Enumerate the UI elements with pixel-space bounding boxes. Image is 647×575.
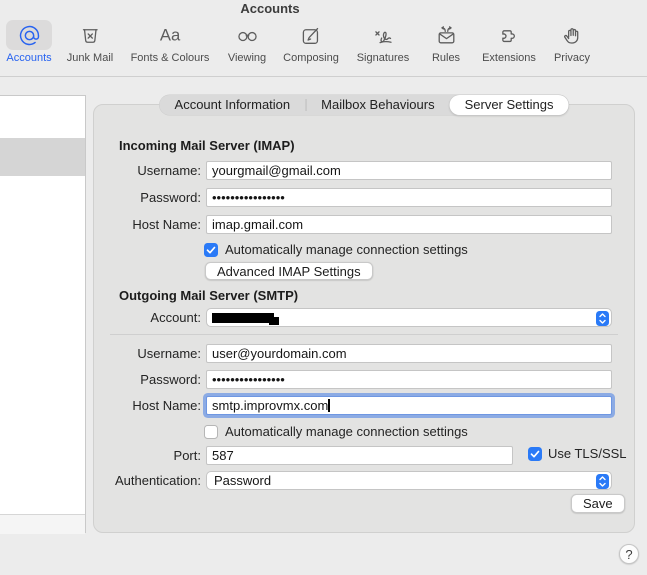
toolbar-item-label: Junk Mail bbox=[67, 52, 113, 64]
toolbar-item-label: Viewing bbox=[228, 52, 266, 64]
account-list-item-selected[interactable] bbox=[0, 138, 85, 176]
section-divider bbox=[110, 334, 618, 335]
toolbar-item-label: Signatures bbox=[357, 52, 410, 64]
toolbar-item-label: Accounts bbox=[6, 52, 51, 64]
smtp-auth-label: Authentication: bbox=[94, 471, 201, 490]
svg-text:Aa: Aa bbox=[160, 25, 181, 44]
smtp-hostname-label: Host Name: bbox=[94, 396, 201, 415]
smtp-hostname-value: smtp.improvmx.com bbox=[212, 398, 328, 413]
toolbar-item-label: Rules bbox=[432, 52, 460, 64]
at-icon bbox=[6, 20, 52, 50]
imap-auto-manage-label: Automatically manage connection settings bbox=[225, 242, 468, 258]
redacted-account-value bbox=[212, 313, 274, 323]
smtp-hostname-row: Host Name: smtp.improvmx.com bbox=[94, 396, 612, 415]
smtp-port-label: Port: bbox=[94, 446, 201, 465]
junk-basket-icon bbox=[67, 20, 113, 50]
toolbar-item-rules[interactable]: Rules bbox=[423, 20, 469, 64]
smtp-account-label: Account: bbox=[94, 308, 201, 327]
smtp-password-input[interactable]: •••••••••••••••• bbox=[206, 370, 612, 389]
imap-password-input[interactable]: •••••••••••••••• bbox=[206, 188, 612, 207]
toolbar-divider bbox=[0, 76, 647, 77]
imap-auto-manage-row: Automatically manage connection settings bbox=[94, 242, 612, 261]
imap-password-label: Password: bbox=[94, 188, 201, 207]
toolbar-item-composing[interactable]: Composing bbox=[283, 20, 339, 64]
tab-server-settings[interactable]: Server Settings bbox=[450, 95, 569, 115]
mail-settings-window: Accounts Accounts Junk Mail Aa Fonts & C… bbox=[0, 0, 647, 575]
use-tls-label: Use TLS/SSL bbox=[548, 446, 627, 462]
accounts-list-sidebar bbox=[0, 95, 86, 533]
compose-icon bbox=[288, 20, 334, 50]
imap-auto-manage-checkbox[interactable] bbox=[204, 243, 218, 257]
smtp-auto-manage-row: Automatically manage connection settings bbox=[94, 424, 612, 443]
smtp-hostname-input[interactable]: smtp.improvmx.com bbox=[206, 396, 612, 415]
smtp-username-label: Username: bbox=[94, 344, 201, 363]
server-settings-panel: Account Information Mailbox Behaviours S… bbox=[93, 104, 635, 533]
imap-username-row: Username: yourgmail@gmail.com bbox=[94, 161, 612, 180]
tab-bar: Account Information Mailbox Behaviours S… bbox=[160, 95, 569, 115]
toolbar-item-extensions[interactable]: Extensions bbox=[482, 20, 536, 64]
smtp-username-input[interactable]: user@yourdomain.com bbox=[206, 344, 612, 363]
smtp-port-row: Port: 587 Use TLS/SSL bbox=[94, 446, 612, 465]
checkmark-icon bbox=[204, 243, 218, 257]
smtp-section-heading: Outgoing Mail Server (SMTP) bbox=[119, 288, 298, 303]
toolbar-item-fonts-colours[interactable]: Aa Fonts & Colours bbox=[131, 20, 210, 64]
smtp-port-input[interactable]: 587 bbox=[206, 446, 513, 465]
text-caret bbox=[328, 399, 330, 412]
imap-password-row: Password: •••••••••••••••• bbox=[94, 188, 612, 207]
imap-hostname-input[interactable]: imap.gmail.com bbox=[206, 215, 612, 234]
toolbar-item-label: Privacy bbox=[554, 52, 590, 64]
window-title: Accounts bbox=[0, 1, 540, 17]
popup-stepper-icon bbox=[596, 311, 609, 326]
signature-icon bbox=[360, 20, 406, 50]
checkmark-icon bbox=[528, 447, 542, 461]
smtp-auth-row: Authentication: Password bbox=[94, 471, 612, 490]
smtp-auth-value: Password bbox=[214, 473, 271, 488]
smtp-password-label: Password: bbox=[94, 370, 201, 389]
help-button[interactable]: ? bbox=[619, 544, 639, 564]
smtp-password-row: Password: •••••••••••••••• bbox=[94, 370, 612, 389]
tab-account-information[interactable]: Account Information bbox=[160, 95, 306, 115]
imap-hostname-label: Host Name: bbox=[94, 215, 201, 234]
glasses-icon bbox=[224, 20, 270, 50]
smtp-auto-manage-label: Automatically manage connection settings bbox=[225, 424, 468, 440]
tab-mailbox-behaviours[interactable]: Mailbox Behaviours bbox=[306, 95, 449, 115]
smtp-auto-manage-checkbox[interactable] bbox=[204, 425, 218, 439]
preferences-toolbar: Accounts Junk Mail Aa Fonts & Colours Vi… bbox=[0, 20, 647, 76]
save-button[interactable]: Save bbox=[571, 494, 625, 513]
advanced-imap-settings-button[interactable]: Advanced IMAP Settings bbox=[205, 262, 373, 280]
smtp-account-row: Account: bbox=[94, 308, 612, 327]
smtp-auth-popup[interactable]: Password bbox=[206, 471, 612, 490]
puzzle-icon bbox=[486, 20, 532, 50]
rules-envelope-icon bbox=[423, 20, 469, 50]
use-tls-checkbox[interactable] bbox=[528, 447, 542, 461]
smtp-username-row: Username: user@yourdomain.com bbox=[94, 344, 612, 363]
toolbar-item-label: Extensions bbox=[482, 52, 536, 64]
imap-hostname-row: Host Name: imap.gmail.com bbox=[94, 215, 612, 234]
toolbar-item-label: Fonts & Colours bbox=[131, 52, 210, 64]
fonts-aa-icon: Aa bbox=[147, 20, 193, 50]
hand-icon bbox=[549, 20, 595, 50]
toolbar-item-privacy[interactable]: Privacy bbox=[549, 20, 595, 64]
toolbar-item-accounts[interactable]: Accounts bbox=[6, 20, 52, 64]
imap-section-heading: Incoming Mail Server (IMAP) bbox=[119, 138, 295, 153]
smtp-account-popup[interactable] bbox=[206, 308, 612, 327]
imap-username-label: Username: bbox=[94, 161, 201, 180]
imap-username-input[interactable]: yourgmail@gmail.com bbox=[206, 161, 612, 180]
toolbar-item-junk-mail[interactable]: Junk Mail bbox=[67, 20, 113, 64]
toolbar-item-signatures[interactable]: Signatures bbox=[357, 20, 410, 64]
toolbar-item-viewing[interactable]: Viewing bbox=[224, 20, 270, 64]
toolbar-item-label: Composing bbox=[283, 52, 339, 64]
account-list-footer bbox=[0, 514, 85, 534]
popup-stepper-icon bbox=[596, 474, 609, 489]
